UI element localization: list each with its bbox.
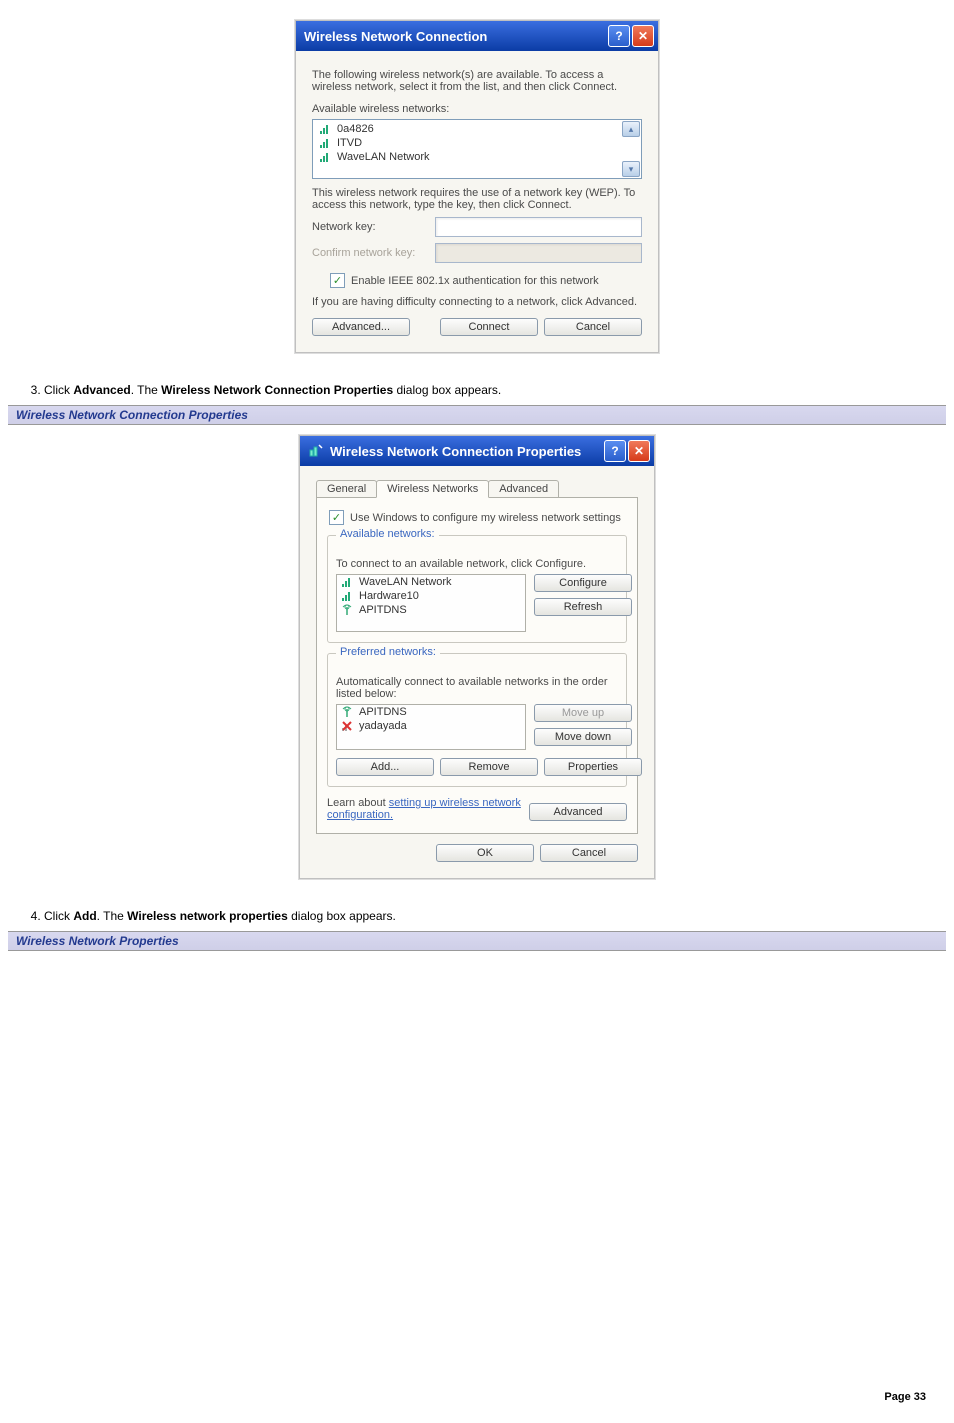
titlebar: Wireless Network Connection Properties ?…	[300, 436, 654, 466]
section-heading-network-props: Wireless Network Properties	[8, 931, 946, 951]
learn-text: Learn about setting up wireless network …	[327, 797, 527, 821]
cancel-button[interactable]: Cancel	[544, 318, 642, 336]
confirm-key-input	[435, 243, 642, 263]
list-item[interactable]: 0a4826	[315, 122, 639, 136]
scroll-down-icon[interactable]: ▾	[622, 161, 640, 177]
list-item[interactable]: WaveLAN Network	[337, 575, 525, 589]
instruction-step-3: Click Advanced. The Wireless Network Con…	[44, 383, 946, 397]
wireless-properties-dialog: Wireless Network Connection Properties ?…	[299, 435, 655, 879]
available-label: Available wireless networks:	[312, 103, 642, 115]
properties-button[interactable]: Properties	[544, 758, 642, 776]
tab-advanced[interactable]: Advanced	[488, 480, 559, 498]
signal-icon	[319, 123, 331, 135]
available-hint: To connect to an available network, clic…	[336, 558, 618, 570]
network-key-label: Network key:	[312, 221, 427, 233]
titlebar: Wireless Network Connection ? ✕	[296, 21, 658, 51]
available-networks-list[interactable]: WaveLAN Network Hardware10	[336, 574, 526, 632]
ok-button[interactable]: OK	[436, 844, 534, 862]
moveup-button[interactable]: Move up	[534, 704, 632, 722]
antenna-icon	[341, 706, 353, 718]
page-number: Page 33	[8, 1371, 946, 1413]
add-button[interactable]: Add...	[336, 758, 434, 776]
signal-icon	[341, 590, 353, 602]
available-networks-list[interactable]: ▴ ▾ 0a4826 ITVD	[312, 119, 642, 179]
intro-text: The following wireless network(s) are av…	[312, 69, 642, 93]
section-heading-properties: Wireless Network Connection Properties	[8, 405, 946, 425]
help-icon[interactable]: ?	[604, 440, 626, 462]
close-icon[interactable]: ✕	[632, 25, 654, 47]
antenna-icon	[341, 604, 353, 616]
available-networks-group: Available networks: To connect to an ava…	[327, 535, 627, 643]
network-unavailable-icon	[341, 720, 353, 732]
close-icon[interactable]: ✕	[628, 440, 650, 462]
wep-text: This wireless network requires the use o…	[312, 187, 642, 211]
preferred-networks-group: Preferred networks: Automatically connec…	[327, 653, 627, 787]
advanced-button[interactable]: Advanced...	[312, 318, 410, 336]
dialog-title: Wireless Network Connection Properties	[330, 444, 581, 459]
signal-icon	[319, 137, 331, 149]
dialog-title: Wireless Network Connection	[304, 29, 487, 44]
advanced-button[interactable]: Advanced	[529, 803, 627, 821]
network-key-input[interactable]	[435, 217, 642, 237]
window-icon	[308, 443, 324, 459]
remove-button[interactable]: Remove	[440, 758, 538, 776]
tab-general[interactable]: General	[316, 480, 377, 498]
signal-icon	[341, 576, 353, 588]
help-icon[interactable]: ?	[608, 25, 630, 47]
group-legend-preferred: Preferred networks:	[336, 646, 440, 658]
ieee-label: Enable IEEE 802.1x authentication for th…	[351, 275, 599, 287]
list-item[interactable]: WaveLAN Network	[315, 150, 639, 164]
use-windows-checkbox[interactable]	[329, 510, 344, 525]
preferred-networks-list[interactable]: APITDNS yadayada	[336, 704, 526, 750]
refresh-button[interactable]: Refresh	[534, 598, 632, 616]
signal-icon	[319, 151, 331, 163]
list-item[interactable]: APITDNS	[337, 603, 525, 617]
use-windows-label: Use Windows to configure my wireless net…	[350, 512, 621, 524]
movedown-button[interactable]: Move down	[534, 728, 632, 746]
list-item[interactable]: Hardware10	[337, 589, 525, 603]
configure-button[interactable]: Configure	[534, 574, 632, 592]
list-item[interactable]: APITDNS	[337, 705, 525, 719]
wireless-connection-dialog: Wireless Network Connection ? ✕ The foll…	[295, 20, 659, 353]
list-item[interactable]: ITVD	[315, 136, 639, 150]
tab-wireless-networks[interactable]: Wireless Networks	[376, 480, 489, 498]
preferred-hint: Automatically connect to available netwo…	[336, 676, 618, 700]
confirm-key-label: Confirm network key:	[312, 247, 427, 259]
group-legend-available: Available networks:	[336, 528, 439, 540]
tab-strip: General Wireless Networks Advanced	[316, 480, 638, 498]
ieee-checkbox[interactable]	[330, 273, 345, 288]
scroll-up-icon[interactable]: ▴	[622, 121, 640, 137]
list-item[interactable]: yadayada	[337, 719, 525, 733]
connect-button[interactable]: Connect	[440, 318, 538, 336]
instruction-step-4: Click Add. The Wireless network properti…	[44, 909, 946, 923]
difficulty-text: If you are having difficulty connecting …	[312, 296, 642, 308]
cancel-button[interactable]: Cancel	[540, 844, 638, 862]
